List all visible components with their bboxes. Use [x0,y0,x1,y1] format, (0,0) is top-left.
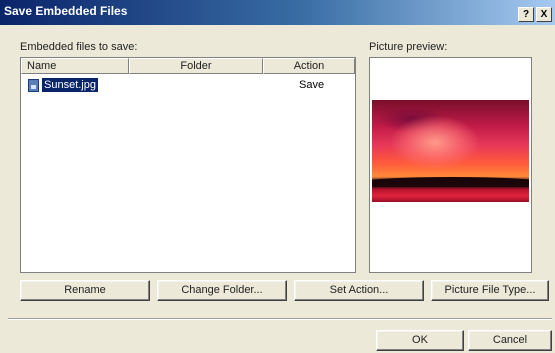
image-file-icon [28,79,39,92]
sunset-photo-preview [372,100,529,202]
picture-preview-pane [369,57,532,273]
rename-button[interactable]: Rename [20,280,150,301]
help-button[interactable]: ? [518,7,534,22]
set-action-button[interactable]: Set Action... [294,280,424,301]
window-title: Save Embedded Files [4,4,128,18]
cancel-button[interactable]: Cancel [468,330,552,351]
close-button[interactable]: X [536,7,552,22]
picture-preview-label: Picture preview: [369,41,448,53]
list-header: Name Folder Action [21,58,355,74]
embedded-files-list[interactable]: Name Folder Action Sunset.jpg Save [20,57,356,273]
column-header-folder[interactable]: Folder [129,58,263,74]
title-bar: Save Embedded Files ? X [0,0,555,25]
divider [8,318,552,320]
ok-button[interactable]: OK [376,330,464,351]
column-header-name[interactable]: Name [21,58,129,74]
file-name: Sunset.jpg [42,78,98,92]
picture-file-type-button[interactable]: Picture File Type... [431,280,549,301]
change-folder-button[interactable]: Change Folder... [157,280,287,301]
list-item[interactable]: Sunset.jpg Save [27,77,353,93]
embedded-files-label: Embedded files to save: [20,41,138,53]
column-header-action[interactable]: Action [263,58,355,74]
file-action: Save [299,79,325,91]
